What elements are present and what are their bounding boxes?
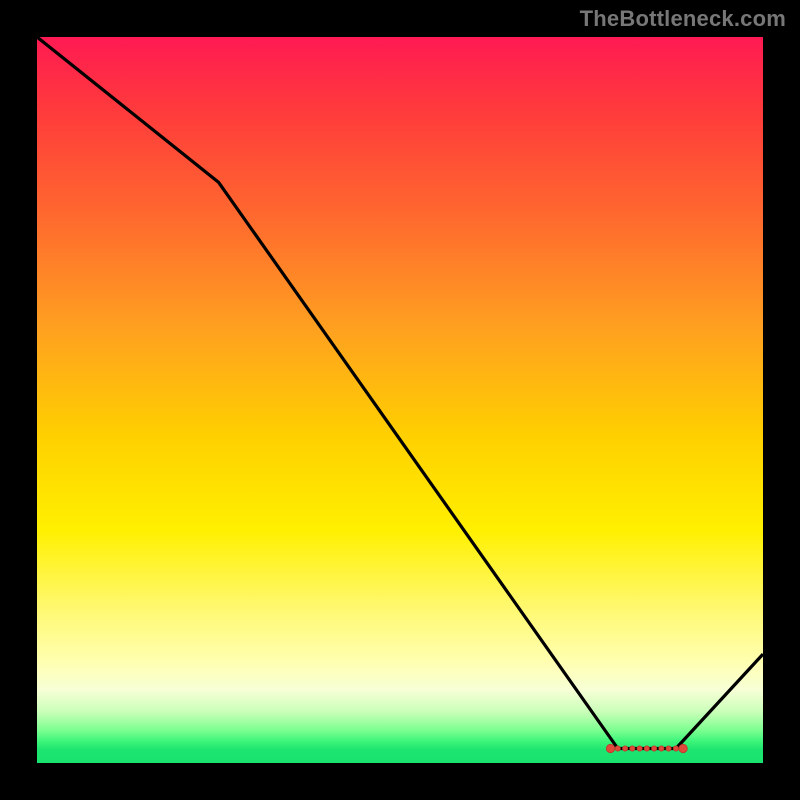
optimal-dot [673, 746, 678, 751]
chart-container: TheBottleneck.com [0, 0, 800, 800]
optimal-dot [652, 746, 657, 751]
bottleneck-curve [37, 37, 763, 749]
optimal-dot [637, 746, 642, 751]
optimal-dot [606, 744, 614, 752]
attribution-text: TheBottleneck.com [580, 6, 786, 32]
optimal-range-markers [606, 744, 687, 752]
optimal-dot [630, 746, 635, 751]
optimal-dot [659, 746, 664, 751]
optimal-dot [679, 744, 687, 752]
optimal-dot [644, 746, 649, 751]
optimal-dot [666, 746, 671, 751]
optimal-dot [615, 746, 620, 751]
chart-overlay [37, 37, 763, 763]
optimal-dot [623, 746, 628, 751]
plot-area [37, 37, 763, 763]
